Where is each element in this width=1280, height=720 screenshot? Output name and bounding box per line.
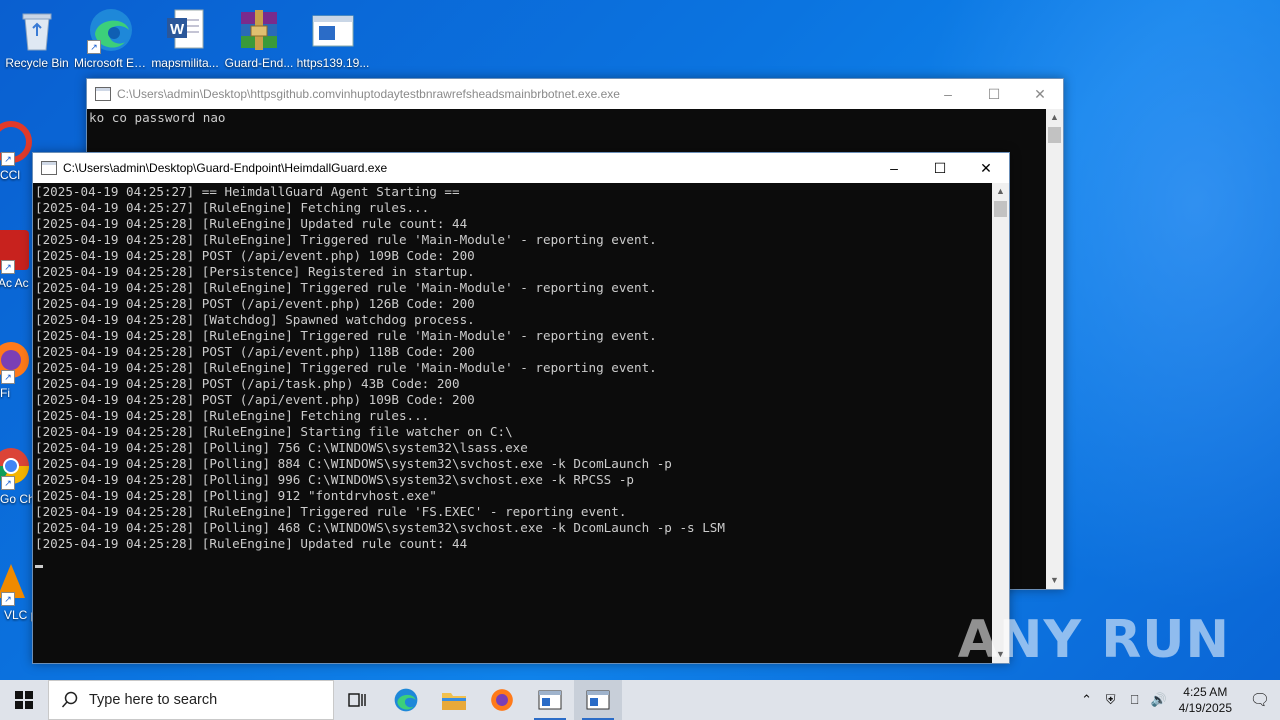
taskbar-console-button-2[interactable] — [574, 680, 622, 720]
system-tray: ⌃ ⛨ ⎕ 🔊 4:25 AM 4/19/2025 🗨 — [1075, 680, 1280, 720]
edge-icon — [394, 688, 418, 712]
network-icon[interactable]: ⎕ — [1123, 692, 1147, 708]
console-line: [2025-04-19 04:25:28] POST (/api/event.p… — [35, 344, 475, 359]
desktop-icon-exe[interactable]: https139.19... — [296, 0, 370, 70]
close-button[interactable]: ✕ — [963, 153, 1009, 183]
desktop-icon-recycle-bin[interactable]: Recycle Bin — [0, 0, 74, 70]
vlc-icon: ↗ — [0, 558, 35, 606]
console-line: [2025-04-19 04:25:28] POST (/api/event.p… — [35, 392, 475, 407]
windows-logo-icon — [15, 691, 33, 709]
console-line: [2025-04-19 04:25:28] [RuleEngine] Updat… — [35, 536, 468, 551]
desktop-icon-edge[interactable]: ↗ Microsoft Edge — [74, 0, 148, 70]
console-line: [2025-04-19 04:25:28] POST (/api/event.p… — [35, 248, 475, 263]
console-line: [2025-04-19 04:25:28] [RuleEngine] Trigg… — [35, 504, 627, 519]
firefox-icon — [491, 689, 513, 711]
shortcut-arrow-icon: ↗ — [1, 370, 15, 384]
console-line: [2025-04-19 04:25:28] [RuleEngine] Fetch… — [35, 408, 430, 423]
firefox-icon: ↗ — [0, 336, 35, 384]
console-cursor-line — [35, 552, 990, 568]
recycle-bin-icon — [13, 6, 61, 54]
console-line: [2025-04-19 04:25:27] == HeimdallGuard A… — [35, 184, 460, 199]
console-window-icon — [538, 690, 562, 710]
word-document-icon: W — [161, 6, 209, 54]
console-line: [2025-04-19 04:25:28] POST (/api/event.p… — [35, 296, 475, 311]
window-titlebar[interactable]: C:\Users\admin\Desktop\httpsgithub.comvi… — [87, 79, 1063, 109]
console-line: [2025-04-19 04:25:28] [RuleEngine] Trigg… — [35, 328, 657, 343]
window-titlebar[interactable]: C:\Users\admin\Desktop\Guard-Endpoint\He… — [33, 153, 1009, 183]
minimize-button[interactable]: – — [871, 153, 917, 183]
console-line: [2025-04-19 04:25:28] [Polling] 912 "fon… — [35, 488, 437, 503]
desktop-icon-word-doc[interactable]: W mapsmilita... — [148, 0, 222, 70]
console-window-heimdallguard[interactable]: C:\Users\admin\Desktop\Guard-Endpoint\He… — [32, 152, 1010, 664]
close-button[interactable]: ✕ — [1017, 79, 1063, 109]
desktop-icon-archive[interactable]: Guard-End... — [222, 0, 296, 70]
search-placeholder: Type here to search — [89, 692, 218, 708]
taskbar-clock[interactable]: 4:25 AM 4/19/2025 — [1179, 684, 1232, 716]
svg-text:W: W — [170, 21, 185, 38]
start-button[interactable] — [0, 680, 48, 720]
window-title: C:\Users\admin\Desktop\httpsgithub.comvi… — [117, 87, 620, 101]
console-app-icon — [41, 161, 57, 175]
console-line: [2025-04-19 04:25:28] POST (/api/task.ph… — [35, 376, 460, 391]
console-line: [2025-04-19 04:25:28] [Persistence] Regi… — [35, 264, 475, 279]
shortcut-arrow-icon: ↗ — [1, 260, 15, 274]
search-icon — [61, 691, 78, 708]
taskbar-explorer-button[interactable] — [430, 680, 478, 720]
window-title: C:\Users\admin\Desktop\Guard-Endpoint\He… — [63, 161, 388, 175]
taskbar-firefox-button[interactable] — [478, 680, 526, 720]
clock-date: 4/19/2025 — [1178, 701, 1232, 715]
vertical-scrollbar[interactable]: ▲ ▼ — [992, 183, 1009, 663]
application-window-icon — [309, 6, 357, 54]
console-line: [2025-04-19 04:25:28] [Polling] 468 C:\W… — [35, 520, 725, 535]
console-line: [2025-04-19 04:25:27] [RuleEngine] Fetch… — [35, 200, 430, 215]
volume-icon[interactable]: 🔊 — [1147, 692, 1171, 708]
maximize-button[interactable]: ☐ — [917, 153, 963, 183]
scroll-up-arrow-icon[interactable]: ▲ — [992, 183, 1009, 200]
notification-center-icon[interactable]: 🗨 — [1240, 690, 1280, 710]
console-output[interactable]: [2025-04-19 04:25:27] == HeimdallGuard A… — [33, 183, 992, 663]
scroll-down-arrow-icon[interactable]: ▼ — [1046, 572, 1063, 589]
console-app-icon — [95, 87, 111, 101]
scroll-up-arrow-icon[interactable]: ▲ — [1046, 109, 1063, 126]
ccleaner-icon: ↗ — [0, 118, 35, 166]
console-line: [2025-04-19 04:25:28] [RuleEngine] Updat… — [35, 216, 468, 231]
minimize-button[interactable]: – — [925, 79, 971, 109]
taskbar: Type here to search ⌃ ⛨ ⎕ 🔊 4:25 AM 4/19… — [0, 680, 1280, 720]
chevron-up-icon[interactable]: ⌃ — [1075, 692, 1099, 708]
taskbar-edge-button[interactable] — [382, 680, 430, 720]
acrobat-icon: ↗ — [0, 226, 35, 274]
taskbar-console-button-1[interactable] — [526, 680, 574, 720]
text-cursor — [35, 565, 43, 568]
winrar-archive-icon — [235, 6, 283, 54]
console-line: [2025-04-19 04:25:28] [RuleEngine] Trigg… — [35, 360, 657, 375]
clock-time: 4:25 AM — [1183, 685, 1228, 699]
vertical-scrollbar[interactable]: ▲ ▼ — [1046, 109, 1063, 589]
console-line: [2025-04-19 04:25:28] [RuleEngine] Trigg… — [35, 280, 657, 295]
task-view-button[interactable] — [334, 680, 382, 720]
task-view-icon — [348, 693, 366, 707]
scroll-thumb[interactable] — [994, 201, 1007, 217]
maximize-button[interactable]: ☐ — [971, 79, 1017, 109]
console-line: [2025-04-19 04:25:28] [RuleEngine] Trigg… — [35, 232, 657, 247]
shortcut-arrow-icon: ↗ — [1, 592, 15, 606]
chrome-icon: ↗ — [0, 442, 35, 490]
console-line: ko co password nao — [89, 110, 226, 125]
console-line: [2025-04-19 04:25:28] [Polling] 884 C:\W… — [35, 456, 672, 471]
console-window-icon — [586, 690, 610, 710]
folder-icon — [442, 693, 466, 710]
console-line: [2025-04-19 04:25:28] [RuleEngine] Start… — [35, 424, 513, 439]
taskbar-search-box[interactable]: Type here to search — [48, 680, 334, 720]
shortcut-arrow-icon: ↗ — [1, 152, 15, 166]
shortcut-arrow-icon: ↗ — [1, 476, 15, 490]
shortcut-arrow-icon: ↗ — [87, 40, 101, 54]
anyrun-watermark: ANY RUN — [957, 610, 1230, 670]
console-line: [2025-04-19 04:25:28] [Polling] 996 C:\W… — [35, 472, 634, 487]
console-line: [2025-04-19 04:25:28] [Watchdog] Spawned… — [35, 312, 475, 327]
scroll-thumb[interactable] — [1048, 127, 1061, 143]
console-line: [2025-04-19 04:25:28] [Polling] 756 C:\W… — [35, 440, 528, 455]
security-shield-icon[interactable]: ⛨ — [1099, 692, 1123, 708]
edge-icon: ↗ — [87, 6, 135, 54]
